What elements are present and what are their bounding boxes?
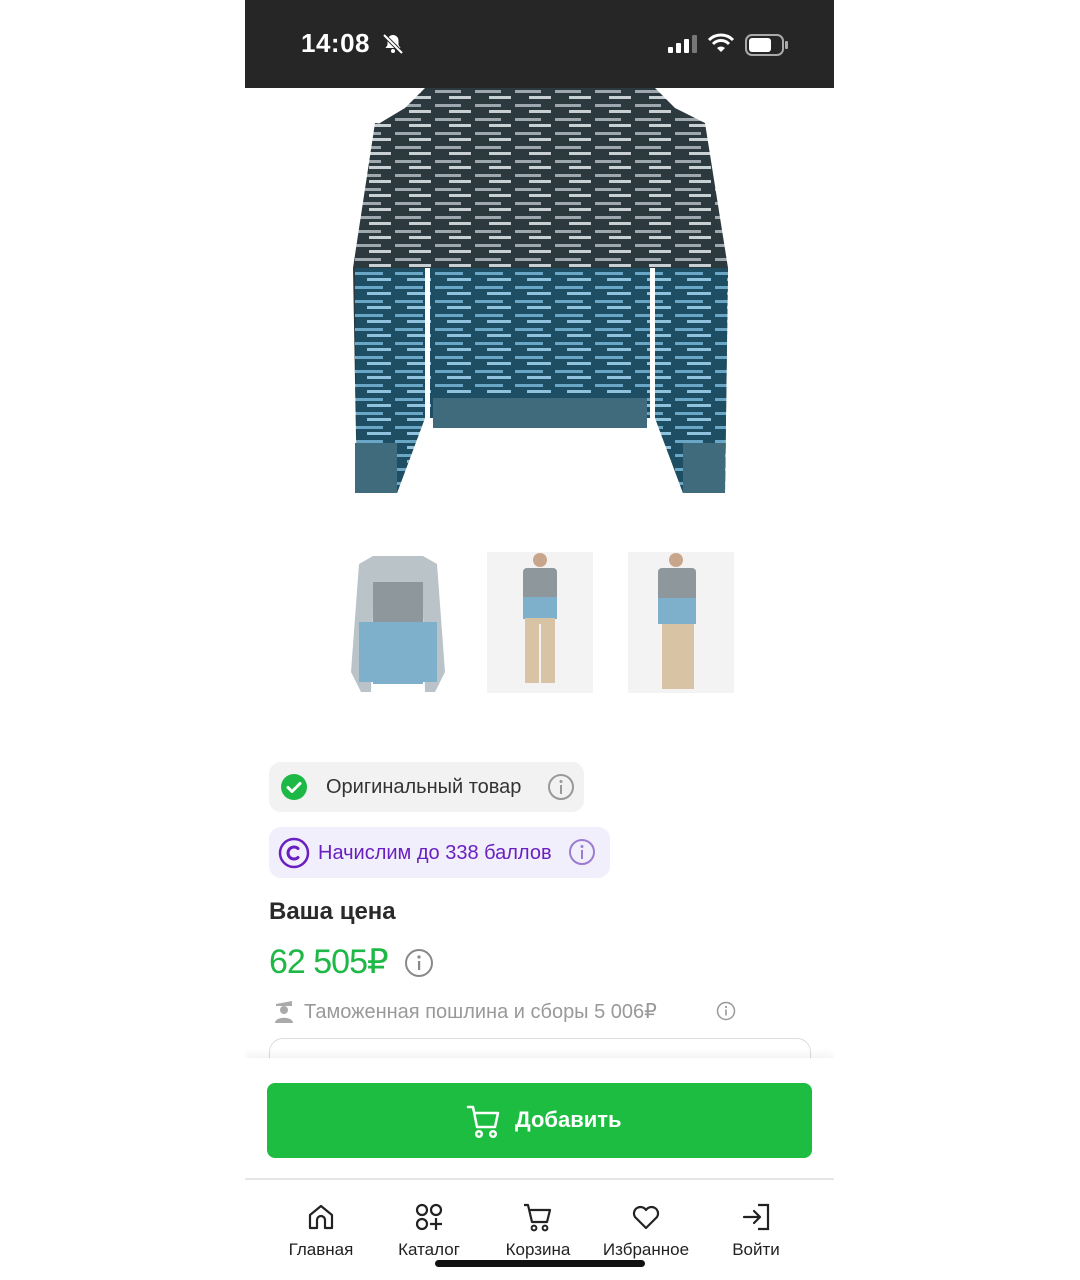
battery-icon [745,34,789,61]
customs-duty-text: Таможенная пошлина и сборы 5 006₽ [304,1001,657,1023]
nav-favorites[interactable]: Избранное [591,1202,701,1262]
product-screen: 14:08 Оригинальный товар Начислим до 338… [245,0,834,1280]
info-icon[interactable] [547,773,575,806]
signal-icon [668,35,698,58]
wifi-icon [707,32,735,59]
add-to-cart-button[interactable]: Добавить [267,1083,812,1158]
thumbnail-model-side[interactable] [628,552,734,693]
info-icon[interactable] [716,1001,736,1026]
thumbnail-front[interactable] [345,552,451,693]
price-value: 62 505₽ [269,943,389,981]
nav-cart[interactable]: Корзина [483,1202,593,1262]
coin-icon [278,837,310,874]
nav-login-label: Войти [732,1240,780,1259]
original-product-badge: Оригинальный товар [269,762,584,812]
nav-home[interactable]: Главная [266,1202,376,1262]
product-main-image[interactable] [315,88,765,508]
catalog-icon [414,1202,444,1237]
nav-catalog[interactable]: Каталог [374,1202,484,1262]
thumbnail-model-front[interactable] [487,552,593,693]
bell-muted-icon [381,32,405,61]
nav-cart-label: Корзина [505,1240,571,1259]
heart-icon [631,1202,661,1237]
status-bar: 14:08 [245,0,834,88]
customs-officer-icon [273,998,295,1029]
nav-home-label: Главная [288,1240,354,1259]
home-icon [306,1202,336,1237]
cart-icon [466,1103,502,1144]
nav-login[interactable]: Войти [701,1202,811,1262]
price-info-icon[interactable] [404,948,434,983]
add-to-cart-label: Добавить [515,1107,622,1132]
bonus-points-badge: Начислим до 338 баллов [269,827,610,878]
price-title: Ваша цена [269,898,396,925]
nav-catalog-label: Каталог [398,1240,460,1259]
bottom-panel: Добавить Главная Каталог Корзина Избранн… [245,1058,834,1280]
thumbnail-strip [345,552,735,694]
status-time: 14:08 [301,28,370,58]
nav-divider [245,1178,834,1180]
login-icon [741,1202,771,1237]
check-circle-icon [281,774,307,800]
info-icon[interactable] [568,838,596,871]
nav-favorites-label: Избранное [602,1240,690,1259]
cart-icon [523,1202,553,1237]
home-indicator [435,1260,645,1267]
bonus-points-label: Начислим до 338 баллов [318,842,552,864]
original-product-label: Оригинальный товар [326,776,522,798]
